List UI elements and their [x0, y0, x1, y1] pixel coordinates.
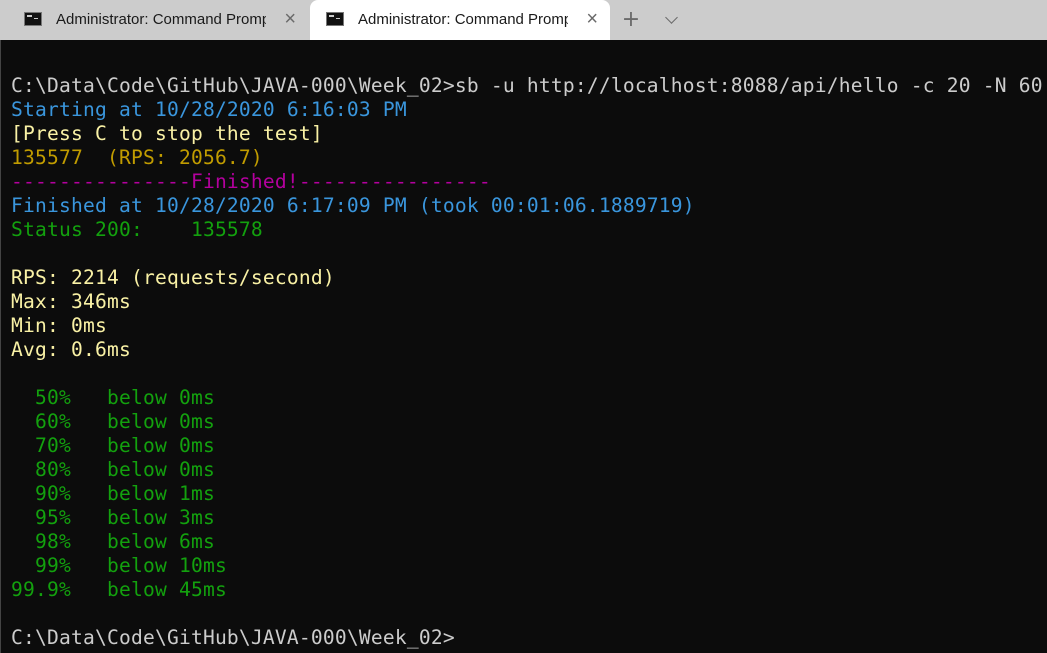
new-tab-button[interactable]: +: [618, 6, 644, 34]
tab-command-prompt-2[interactable]: Administrator: Command Prompt ×: [310, 0, 610, 40]
terminal-output[interactable]: C:\Data\Code\GitHub\JAVA-000\Week_02>sb …: [0, 40, 1047, 653]
status-200-line: Status 200: 135578: [11, 218, 263, 241]
percentile-line: 90% below 1ms: [11, 482, 215, 505]
cmd-icon: [326, 12, 344, 26]
command-line: C:\Data\Code\GitHub\JAVA-000\Week_02>sb …: [11, 74, 1043, 97]
prompt-line[interactable]: C:\Data\Code\GitHub\JAVA-000\Week_02>: [11, 626, 455, 650]
rps-line: RPS: 2214 (requests/second): [11, 266, 335, 289]
progress-line: 135577 (RPS: 2056.7): [11, 146, 263, 169]
percentile-line: 60% below 0ms: [11, 410, 215, 433]
chevron-down-icon[interactable]: [660, 6, 686, 34]
close-icon[interactable]: ×: [586, 8, 598, 30]
tab-bar: Administrator: Command Prompt × Administ…: [0, 0, 1047, 40]
starting-line: Starting at 10/28/2020 6:16:03 PM: [11, 98, 407, 121]
max-line: Max: 346ms: [11, 290, 131, 313]
percentile-line: 95% below 3ms: [11, 506, 215, 529]
press-c-line: [Press C to stop the test]: [11, 122, 323, 145]
percentile-line: 99% below 10ms: [11, 554, 227, 577]
finished-banner: ---------------Finished!----------------: [11, 170, 491, 193]
finished-at-line: Finished at 10/28/2020 6:17:09 PM (took …: [11, 194, 695, 217]
tab-title: Administrator: Command Prompt: [56, 11, 266, 28]
avg-line: Avg: 0.6ms: [11, 338, 131, 361]
percentile-line: 98% below 6ms: [11, 530, 215, 553]
min-line: Min: 0ms: [11, 314, 107, 337]
percentile-line: 80% below 0ms: [11, 458, 215, 481]
percentile-line: 99.9% below 45ms: [11, 578, 227, 601]
tab-command-prompt-1[interactable]: Administrator: Command Prompt ×: [8, 0, 308, 40]
cmd-icon: [24, 12, 42, 26]
tab-title: Administrator: Command Prompt: [358, 11, 568, 28]
close-icon[interactable]: ×: [284, 8, 296, 30]
percentile-line: 50% below 0ms: [11, 386, 215, 409]
percentile-line: 70% below 0ms: [11, 434, 215, 457]
